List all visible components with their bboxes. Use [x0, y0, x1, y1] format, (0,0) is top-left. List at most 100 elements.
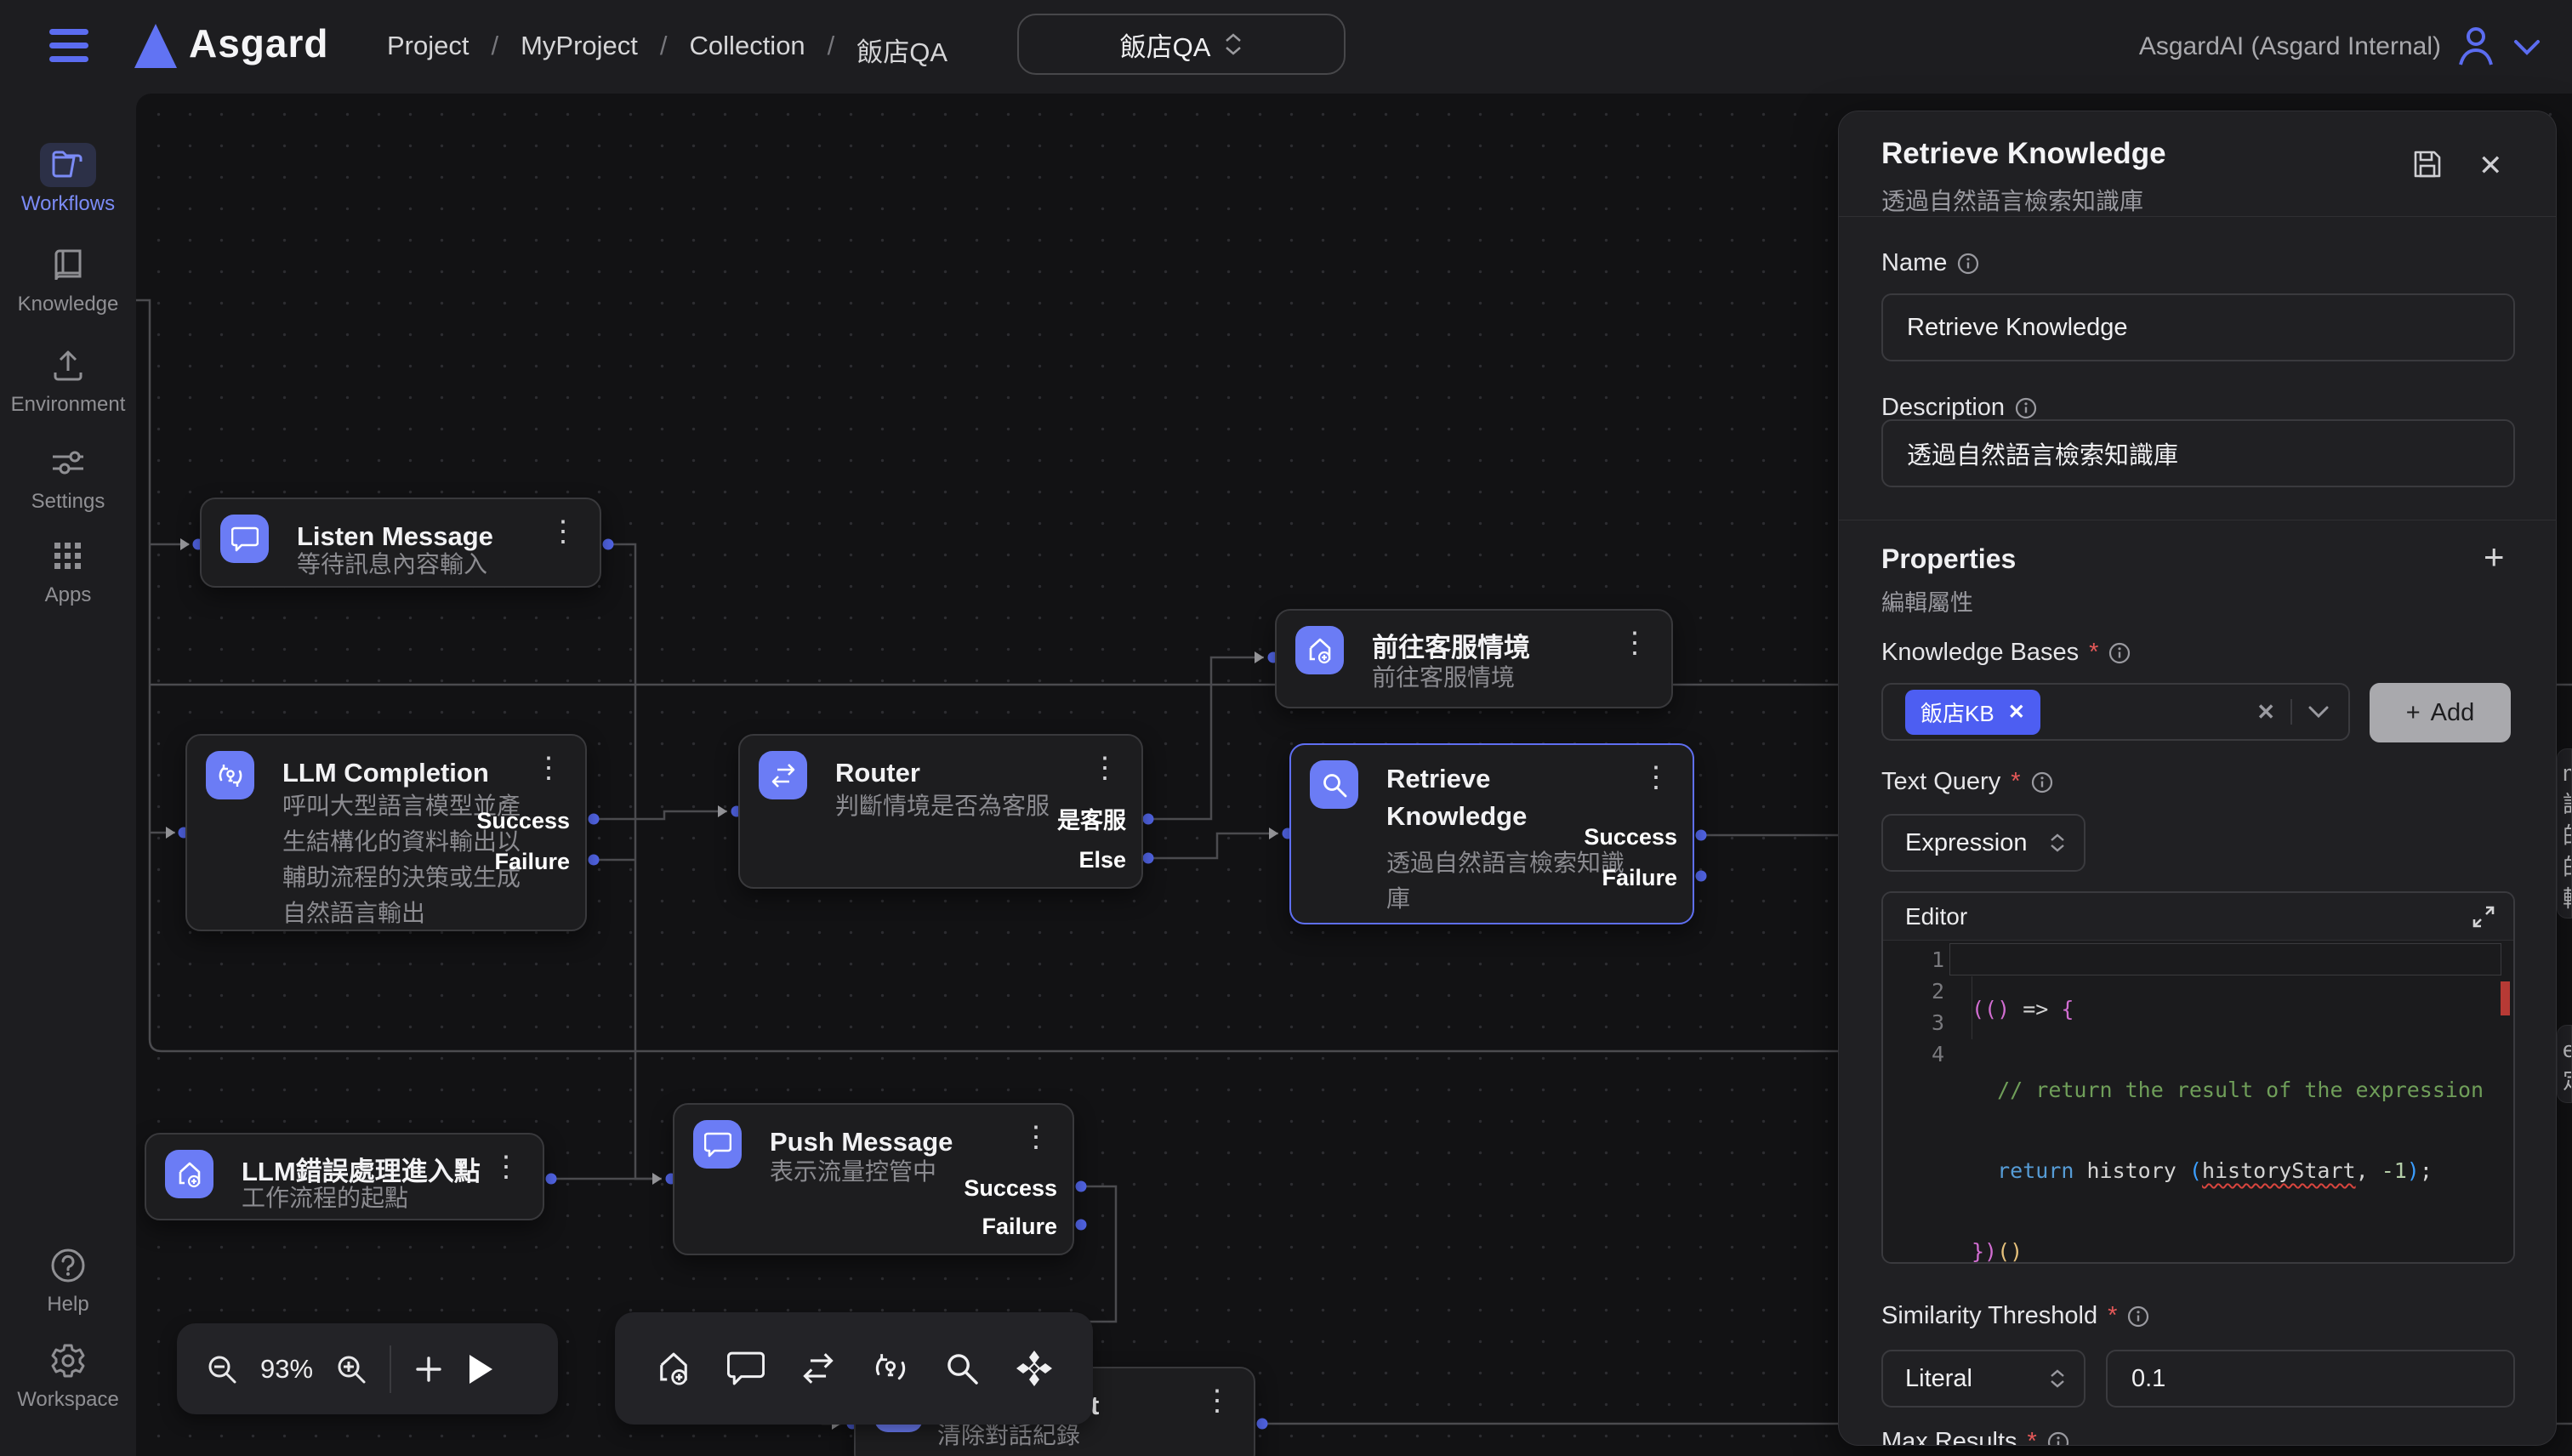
info-icon[interactable] — [2108, 642, 2131, 664]
description-input[interactable]: 透過自然語言檢索知識庫 — [1881, 419, 2515, 487]
llm-icon — [206, 751, 254, 799]
expression-editor: Editor 1 2 3 4 (() => { // return the re… — [1881, 891, 2515, 1264]
workflow-selector[interactable]: 飯店QA — [1017, 14, 1346, 75]
info-icon[interactable] — [1957, 253, 1979, 275]
similarity-mode-select[interactable]: Literal — [1881, 1350, 2085, 1408]
zoom-in-icon[interactable] — [335, 1353, 367, 1385]
user-icon[interactable] — [2455, 24, 2497, 72]
sidebar-item-settings[interactable]: Settings — [0, 441, 136, 514]
node-menu-icon[interactable]: ⋮ — [1642, 760, 1670, 794]
router-node-icon[interactable] — [799, 1351, 837, 1385]
clear-icon[interactable]: ✕ — [2256, 699, 2275, 725]
similarity-value-input[interactable]: 0.1 — [2106, 1350, 2515, 1408]
add-kb-button[interactable]: +Add — [2370, 683, 2511, 742]
port-failure[interactable]: Failure — [494, 846, 570, 877]
close-icon[interactable]: ✕ — [2478, 149, 2503, 183]
clipped-tooltip: e 定 — [2557, 1025, 2572, 1103]
sidebar-item-workflows[interactable]: Workflows — [0, 143, 136, 216]
node-push-message[interactable]: Push Message 表示流量控管中 ⋮ Success Failure — [673, 1103, 1074, 1255]
breadcrumb-project[interactable]: Project — [387, 31, 469, 69]
llm-node-icon[interactable] — [872, 1350, 909, 1387]
entry-node-icon[interactable] — [655, 1350, 692, 1387]
message-node-icon[interactable] — [727, 1351, 765, 1386]
zoom-toolbar: 93% — [177, 1323, 558, 1414]
sliders-icon — [40, 441, 96, 485]
add-node-icon[interactable] — [413, 1354, 444, 1385]
zoom-out-icon[interactable] — [206, 1353, 238, 1385]
node-router[interactable]: Router 判斷情境是否為客服 ⋮ 是客服 Else — [738, 734, 1143, 889]
node-menu-icon[interactable]: ⋮ — [492, 1150, 521, 1184]
sidebar-item-knowledge[interactable]: Knowledge — [0, 243, 136, 316]
port-is-cs[interactable]: 是客服 — [1057, 805, 1126, 836]
chevron-down-icon[interactable] — [2511, 37, 2543, 62]
sidebar-item-label: Workflows — [0, 192, 136, 216]
kb-tag: 飯店KB ✕ — [1905, 690, 2040, 735]
sidebar-item-environment[interactable]: Environment — [0, 344, 136, 417]
sidebar-item-workspace[interactable]: Workspace — [0, 1339, 136, 1412]
node-listen-message[interactable]: Listen Message 等待訊息內容輸入 ⋮ — [200, 498, 601, 588]
port-success[interactable]: Success — [964, 1173, 1057, 1203]
info-icon[interactable] — [2047, 1431, 2069, 1447]
node-llm-completion[interactable]: LLM Completion 呼叫大型語言模型並產生結構化的資料輸出以輔助流程的… — [185, 734, 587, 931]
text-query-mode-select[interactable]: Expression — [1881, 814, 2085, 872]
node-goto-cs[interactable]: 前往客服情境 前往客服情境 ⋮ — [1275, 609, 1673, 708]
node-menu-icon[interactable]: ⋮ — [1090, 751, 1119, 785]
sidebar: Workflows Knowledge Environment Settings… — [0, 94, 136, 1456]
gear-icon — [40, 1339, 96, 1383]
node-menu-icon[interactable]: ⋮ — [534, 751, 563, 785]
node-menu-icon[interactable]: ⋮ — [1021, 1120, 1050, 1154]
breadcrumb-myproject[interactable]: MyProject — [521, 31, 638, 69]
info-icon[interactable] — [2127, 1305, 2149, 1328]
name-input[interactable]: Retrieve Knowledge — [1881, 293, 2515, 361]
node-desc: 表示流量控管中 — [770, 1154, 936, 1190]
node-menu-icon[interactable]: ⋮ — [1620, 626, 1649, 660]
node-palette-toolbar — [615, 1312, 1093, 1425]
chevron-down-icon[interactable] — [2307, 705, 2330, 719]
menu-icon[interactable] — [49, 29, 88, 65]
clipped-tooltip: m 語 的 的 輸 — [2557, 748, 2572, 919]
retrieve-node-icon[interactable] — [944, 1351, 980, 1386]
account-label: AsgardAI (Asgard Internal) — [2139, 32, 2441, 61]
asgard-logo-icon — [134, 24, 177, 68]
expand-icon[interactable] — [2471, 904, 2496, 930]
node-llm-error-entry[interactable]: LLM錯誤處理進入點 工作流程的起點 ⋮ — [145, 1133, 544, 1220]
sidebar-item-apps[interactable]: Apps — [0, 534, 136, 607]
node-menu-icon[interactable]: ⋮ — [549, 515, 578, 549]
move-tool-icon[interactable] — [1015, 1349, 1054, 1388]
node-menu-icon[interactable]: ⋮ — [1203, 1384, 1232, 1418]
node-retrieve-knowledge[interactable]: Retrieve Knowledge 透過自然語言檢索知識庫 ⋮ Success… — [1289, 743, 1694, 924]
sidebar-item-help[interactable]: Help — [0, 1243, 136, 1317]
node-desc: 前往客服情境 — [1372, 660, 1515, 696]
properties-subtitle: 編輯屬性 — [1881, 584, 1973, 617]
port-failure[interactable]: Failure — [1602, 862, 1677, 893]
search-icon — [1310, 760, 1358, 809]
upload-icon — [40, 344, 96, 388]
top-bar: Asgard Project / MyProject / Collection … — [0, 0, 2572, 94]
code-lines: (() => { // return the result of the exp… — [1972, 944, 2496, 1264]
info-icon[interactable] — [2015, 397, 2037, 419]
panel-title: Retrieve Knowledge — [1881, 137, 2166, 171]
port-success[interactable]: Success — [476, 805, 570, 836]
code-area[interactable]: 1 2 3 4 (() => { // return the result of… — [1883, 941, 2513, 1264]
port-success[interactable]: Success — [1584, 822, 1677, 852]
similarity-threshold-label: Similarity Threshold* — [1881, 1302, 2149, 1330]
port-failure[interactable]: Failure — [982, 1211, 1057, 1242]
line-numbers: 1 2 3 4 — [1883, 944, 1944, 1070]
breadcrumb-collection[interactable]: Collection — [690, 31, 805, 69]
save-icon[interactable] — [2410, 147, 2444, 185]
node-title: LLM Completion — [282, 754, 489, 792]
port-else[interactable]: Else — [1078, 845, 1126, 875]
message-icon — [693, 1120, 742, 1169]
run-icon[interactable] — [466, 1352, 495, 1386]
breadcrumb-workflow[interactable]: 飯店QA — [856, 31, 947, 69]
tag-remove-icon[interactable]: ✕ — [2008, 700, 2025, 725]
sidebar-item-label: Settings — [0, 490, 136, 514]
add-property-icon[interactable]: + — [2484, 537, 2505, 577]
sidebar-item-label: Environment — [0, 393, 136, 417]
node-title: Retrieve Knowledge — [1386, 760, 1573, 835]
info-icon[interactable] — [2031, 771, 2053, 793]
router-icon — [759, 751, 807, 799]
message-icon — [220, 515, 269, 563]
kb-multiselect[interactable]: 飯店KB ✕ ✕ — [1881, 683, 2350, 741]
panel-subtitle: 透過自然語言檢索知識庫 — [1881, 183, 2143, 217]
